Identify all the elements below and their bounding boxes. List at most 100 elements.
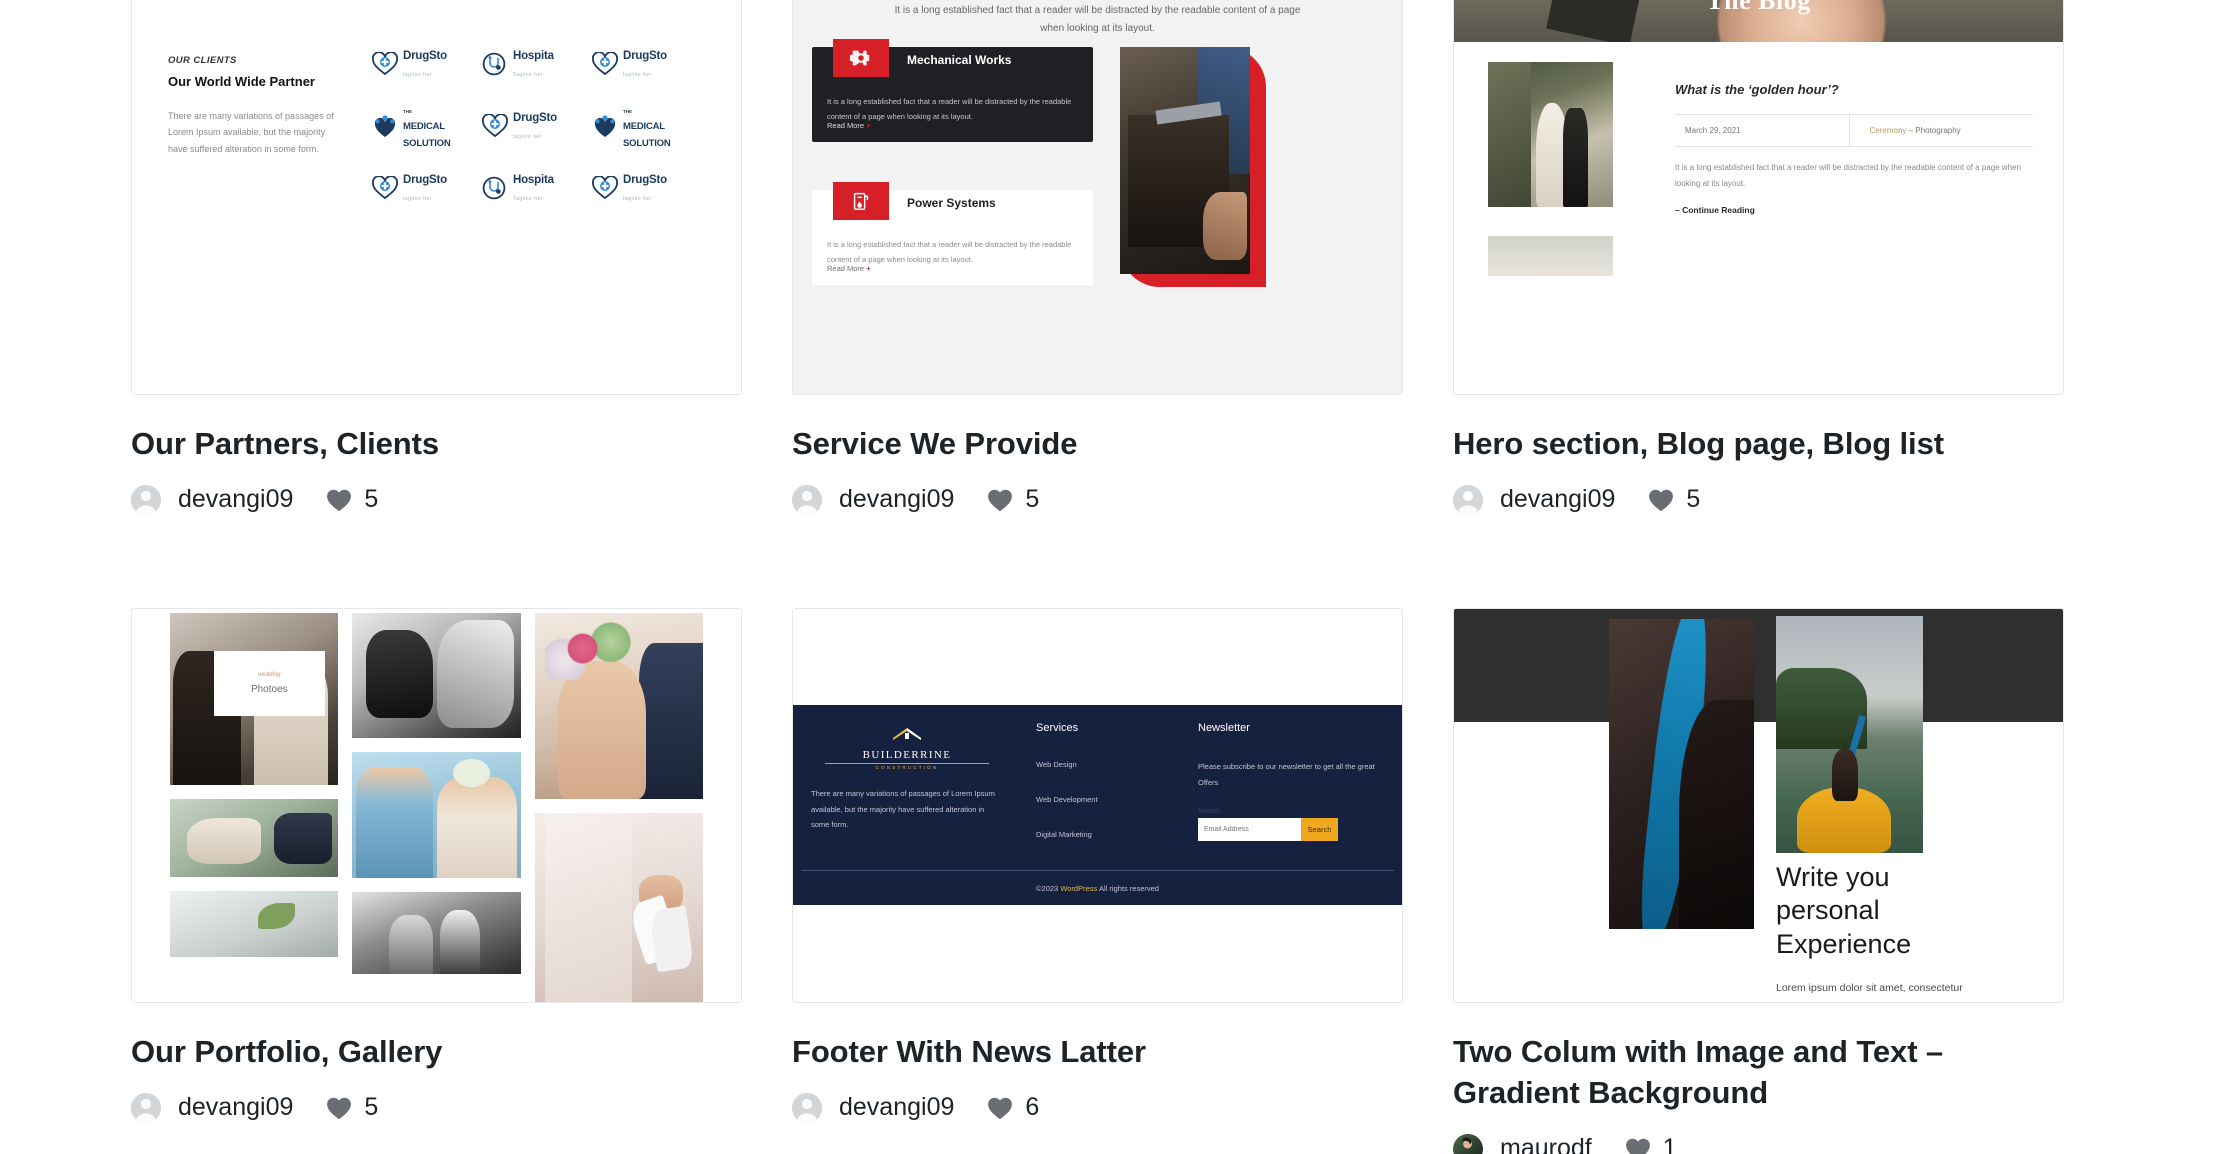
service-read-more[interactable]: Read More + [827,121,871,130]
footer-newsletter-column: Newsletter Please subscribe to our newsl… [1198,722,1388,842]
service-panel-body: It is a long established fact that a rea… [827,240,1072,264]
client-logo-name: DrugSto [623,173,667,186]
pattern-thumbnail-footer[interactable]: BUILDERRINE CONSTRUCTION There are many … [792,607,1403,1003]
gallery-overlay-title: Photoes [250,683,288,695]
pattern-meta: devangi09 6 [792,1089,1403,1127]
pattern-title[interactable]: Service We Provide [792,424,1403,465]
pattern-card[interactable]: It is a long established fact that a rea… [792,0,1403,519]
author-name[interactable]: devangi09 [839,485,954,514]
blog-post-image [1488,62,1613,207]
client-logo-tagline: tagline her [403,195,432,202]
plus-icon: + [866,264,871,273]
pattern-thumbnail-twocolumn[interactable]: Write you personal Experience Lorem ipsu… [1453,607,2064,1003]
client-logo-tagline: tagline her [623,195,652,202]
pattern-thumbnail-gallery[interactable]: wedding Photoes [131,607,742,1003]
pattern-card[interactable]: Write you personal Experience Lorem ipsu… [1453,607,2064,1154]
author-name[interactable]: maurodf [1500,1134,1592,1154]
pattern-card[interactable]: wedding Photoes Our Portfolio, Gallery d… [131,607,742,1154]
footer-newsletter-text: Please subscribe to our newsletter to ge… [1198,761,1375,787]
likes-group[interactable]: 5 [1648,485,1700,514]
gallery-grid: wedding Photoes [170,612,703,1002]
blog-post-meta: March 29, 2021 Ceremony – Photography [1675,115,2033,147]
services-lead: It is a long established fact that a rea… [894,5,1301,34]
blog-continue-reading[interactable]: – Continue Reading [1675,205,2033,215]
pattern-thumbnail-services[interactable]: It is a long established fact that a rea… [792,0,1403,395]
copyright-post: All rights reserved [1097,883,1159,893]
footer-brand-column: BUILDERRINE CONSTRUCTION There are many … [811,722,1003,833]
client-logo-name: DrugSto [403,173,447,186]
client-logo-name-bottom: SOLUTION [623,138,671,150]
search-button[interactable]: Search [1301,818,1338,842]
pattern-thumbnail-blog[interactable]: The Blog What is the ‘golden hour’? Marc… [1453,0,2064,395]
pattern-thumbnail-partners[interactable]: OUR CLIENTS Our World Wide Partner There… [131,0,742,395]
gallery-photo [534,812,703,1002]
heart-icon [987,1096,1013,1120]
pattern-card[interactable]: BUILDERRINE CONSTRUCTION There are many … [792,607,1403,1154]
author-name[interactable]: devangi09 [178,485,293,514]
twocolumn-text: Write you personal Experience Lorem ipsu… [1776,861,1976,1002]
footer-service-link[interactable]: Web Design [1036,760,1186,769]
client-logo-name: DrugSto [513,111,557,124]
pattern-title[interactable]: Hero section, Blog page, Blog list [1453,424,2064,465]
email-input[interactable] [1198,818,1301,842]
service-panel-dark: Mechanical Works It is a long establishe… [812,39,1093,142]
pattern-card[interactable]: The Blog What is the ‘golden hour’? Marc… [1453,0,2064,519]
pattern-title[interactable]: Footer With News Latter [792,1032,1403,1073]
blog-category-link: Ceremony [1869,126,1907,135]
footer-search-bar[interactable]: Search [1198,818,1338,842]
pattern-meta: devangi09 5 [792,481,1403,519]
client-logo-tagline: tagline her [623,71,652,78]
pattern-title[interactable]: Two Colum with Image and Text – Gradient… [1453,1032,2064,1114]
pattern-title[interactable]: Our Portfolio, Gallery [131,1032,742,1073]
like-count: 5 [1686,485,1701,514]
blog-post-title: What is the ‘golden hour’? [1675,82,1839,97]
likes-group[interactable]: 6 [987,1093,1039,1122]
client-logo-name: MEDICAL [403,121,445,133]
footer-service-link[interactable]: Digital Marketing [1036,830,1186,839]
client-logo-name: DrugSto [623,50,667,62]
client-logo-tagline: Tagline her [513,71,543,78]
like-count: 5 [364,1093,379,1122]
author-name[interactable]: devangi09 [178,1093,293,1122]
client-logo: Hospita Tagline her [482,47,592,81]
kayak-photo [1776,615,1923,853]
partners-eyebrow: OUR CLIENTS [168,55,237,66]
footer-divider [801,869,1394,871]
gallery-photo: wedding Photoes [170,612,339,785]
service-panel-title: Power Systems [907,196,996,210]
avatar [792,1092,822,1123]
client-logo: Hospita Tagline her [482,171,592,205]
twocolumn-heading: Write you personal Experience [1776,861,1912,959]
footer-service-link[interactable]: Web Development [1036,795,1186,804]
blog-post-category: Ceremony – Photography [1848,115,2034,146]
author-name[interactable]: devangi09 [1500,485,1615,514]
like-count: 5 [1025,485,1040,514]
likes-group[interactable]: 5 [326,1093,378,1122]
pattern-meta: devangi09 5 [1453,481,2064,519]
gallery-overlay-card: wedding Photoes [213,650,325,717]
pattern-grid: OUR CLIENTS Our World Wide Partner There… [0,0,2234,1154]
client-logo-tagline: tagline her [513,133,542,140]
service-photo-frame [1120,47,1266,287]
partners-paragraph: There are many variations of passages of… [168,110,334,155]
gallery-overlay-eyebrow: wedding [258,671,281,678]
likes-group[interactable]: 5 [987,485,1039,514]
pattern-card[interactable]: OUR CLIENTS Our World Wide Partner There… [131,0,742,519]
like-count: 5 [364,485,379,514]
people-heart-icon [372,114,398,138]
heart-icon [1625,1137,1651,1154]
heart-cross-icon [592,175,618,200]
plus-icon: + [866,121,871,130]
partners-heading: Our World Wide Partner [168,74,315,89]
heart-icon [987,488,1013,512]
likes-group[interactable]: 5 [326,485,378,514]
likes-group[interactable]: 1 [1625,1134,1677,1154]
wordpress-link[interactable]: WordPress [1060,884,1097,893]
author-name[interactable]: devangi09 [839,1093,954,1122]
pattern-title[interactable]: Our Partners, Clients [131,424,742,465]
partners-text-block: OUR CLIENTS Our World Wide Partner There… [168,55,343,158]
like-count: 6 [1025,1093,1040,1122]
service-read-more[interactable]: Read More + [827,264,871,273]
client-logo-tagline: tagline her [403,71,432,78]
footer-brand-sub: CONSTRUCTION [875,764,939,770]
